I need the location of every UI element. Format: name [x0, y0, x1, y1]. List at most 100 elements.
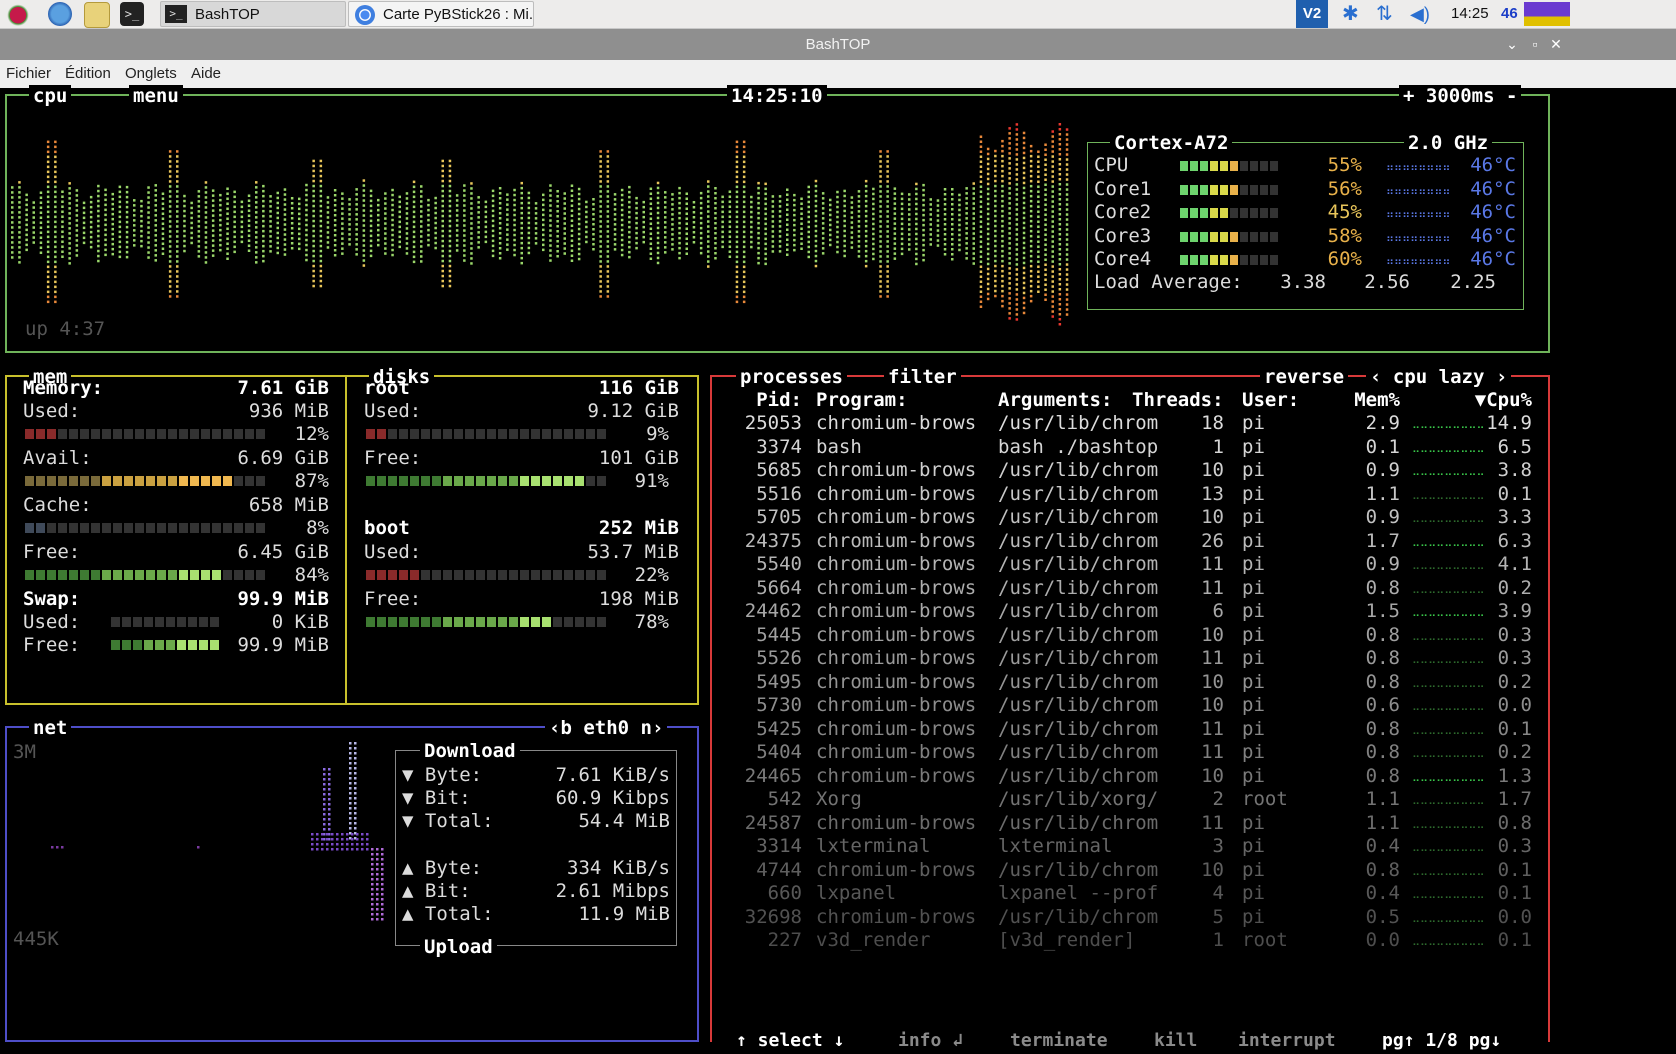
- interrupt-button[interactable]: interrupt: [1234, 1030, 1340, 1052]
- task-bashtop[interactable]: >_ BashTOP: [160, 1, 346, 27]
- process-row[interactable]: 24587 chromium-brows/usr/lib/chrom 11 pi 1.1…: [712, 812, 1550, 834]
- header-user[interactable]: User:: [1242, 389, 1299, 411]
- menu-aide[interactable]: Aide: [191, 60, 221, 88]
- process-row[interactable]: 5425 chromium-brows/usr/lib/chrom 11 pi 0.8 ⣀…: [712, 718, 1550, 740]
- cpu-graph-dot: [176, 165, 179, 168]
- header-arguments[interactable]: Arguments:: [998, 389, 1112, 411]
- process-row[interactable]: 660 lxpanel lxpanel --prof 4 pi 0.4 ⣀⣀⣀⣀⣀⣀⣀⣀⣀ 0…: [712, 882, 1550, 904]
- kill-button[interactable]: kill: [1150, 1030, 1202, 1052]
- cpu-graph-dot: [721, 215, 724, 219]
- process-row[interactable]: 5540 chromium-brows/usr/lib/chrom 11 pi 0.9 ⣀…: [712, 553, 1550, 575]
- raspberry-menu-icon[interactable]: [6, 2, 30, 26]
- process-pid: 3314: [756, 835, 802, 857]
- net-graph-dot: [376, 908, 379, 911]
- bluetooth-icon[interactable]: ✱: [1342, 0, 1359, 28]
- menu-onglets[interactable]: Onglets: [125, 60, 177, 88]
- cpu-graph-dot: [850, 196, 854, 199]
- process-row[interactable]: 5404 chromium-brows/usr/lib/chrom 11 pi 0.8 ⣀…: [712, 741, 1550, 763]
- process-row[interactable]: 24375 chromium-brows/usr/lib/chrom 26 pi 1.7…: [712, 530, 1550, 552]
- minimize-icon[interactable]: ⌄: [1502, 29, 1522, 60]
- terminate-button[interactable]: terminate: [1006, 1030, 1112, 1052]
- cpu-graph-dot: [613, 193, 617, 196]
- cpu-graph-dot: [398, 215, 401, 219]
- process-row[interactable]: 24462 chromium-brows/usr/lib/chrom 6 pi 1.5 ⣀…: [712, 600, 1550, 622]
- cpu-graph-dot: [620, 188, 624, 192]
- cpu-graph-dot: [89, 230, 93, 234]
- select-button[interactable]: ↑ select ↓: [732, 1030, 849, 1052]
- terminal-launcher-icon[interactable]: >_: [120, 2, 144, 26]
- cpu-graph-dot: [1029, 189, 1033, 193]
- info-button[interactable]: info ↲: [894, 1030, 968, 1052]
- process-mem: 0.4: [1365, 882, 1400, 904]
- process-row[interactable]: 4744 chromium-brows/usr/lib/chrom 10 pi 0.8 ⣀…: [712, 859, 1550, 881]
- maximize-icon[interactable]: ▫: [1525, 29, 1545, 60]
- cpu-graph-dot: [1037, 225, 1040, 228]
- cpu-graph-dot: [664, 236, 667, 239]
- close-icon[interactable]: ✕: [1546, 29, 1566, 60]
- cpu-graph-dot: [628, 225, 631, 229]
- cpu-graph-dot: [671, 238, 674, 241]
- process-row[interactable]: 3314 lxterminal lxterminal 3 pi 0.4 ⣀⣀⣀⣀⣀⣀⣀⣀⣀ 0…: [712, 835, 1550, 857]
- header-mem[interactable]: Mem%: [1332, 389, 1400, 411]
- cpu-graph-dot: [864, 234, 868, 238]
- menu-fichier[interactable]: Fichier: [6, 60, 51, 88]
- reverse-button[interactable]: reverse: [1260, 366, 1349, 388]
- cpu-graph-dot: [305, 203, 308, 207]
- process-row[interactable]: 5705 chromium-brows/usr/lib/chrom 10 pi 0.9 ⣀…: [712, 506, 1550, 528]
- process-row[interactable]: 5730 chromium-brows/usr/lib/chrom 10 pi 0.6 ⣀…: [712, 694, 1550, 716]
- process-row[interactable]: 5526 chromium-brows/usr/lib/chrom 11 pi 0.8 ⣀…: [712, 647, 1550, 669]
- header-program[interactable]: Program:: [816, 389, 908, 411]
- sort-selector[interactable]: ‹ cpu lazy ›: [1366, 366, 1512, 388]
- process-row[interactable]: 32698 chromium-brows/usr/lib/chrom 5 pi 0.5 ⣀…: [712, 906, 1550, 928]
- browser-globe-icon[interactable]: [48, 2, 72, 26]
- cpu-graph-dot: [879, 170, 882, 173]
- process-row[interactable]: 227 v3d_render [v3d_render] 1 root 0.0 ⣀⣀⣀⣀⣀⣀⣀…: [712, 929, 1550, 951]
- process-row[interactable]: 5664 chromium-brows/usr/lib/chrom 11 pi 0.8 ⣀…: [712, 577, 1550, 599]
- process-row[interactable]: 24465 chromium-brows/usr/lib/chrom 10 pi 0.8…: [712, 765, 1550, 787]
- cpu-graph-dot: [656, 186, 660, 190]
- cpu-graph-dot: [111, 247, 114, 251]
- vnc-icon[interactable]: V2: [1296, 0, 1328, 28]
- cpu-graph-dot: [843, 239, 846, 243]
- cpu-graph-dot: [563, 227, 566, 230]
- menu-edition[interactable]: Édition: [65, 60, 111, 88]
- cpu-graph-dot: [606, 245, 610, 248]
- network-icon[interactable]: ⇅: [1376, 0, 1393, 28]
- process-row[interactable]: 5445 chromium-brows/usr/lib/chrom 10 pi 0.8 ⣀…: [712, 624, 1550, 646]
- task-browser[interactable]: Carte PyBStick26 : Mi...: [348, 1, 534, 27]
- cpu-graph-dot: [707, 260, 710, 263]
- header-cpu[interactable]: ▼Cpu%: [1452, 389, 1532, 411]
- cpu-graph-dot: [398, 195, 401, 199]
- net-interface-selector[interactable]: ‹b eth0 n›: [545, 717, 668, 739]
- taskbar-clock[interactable]: 14:25: [1451, 0, 1489, 28]
- process-row[interactable]: 5685 chromium-brows/usr/lib/chrom 10 pi 0.9 ⣀…: [712, 459, 1550, 481]
- cpu-graph-dot: [54, 230, 57, 234]
- process-row[interactable]: 25053 chromium-brows/usr/lib/chrom 18 pi 2.9…: [712, 412, 1550, 434]
- cpu-graph-dot: [455, 214, 459, 217]
- page-navigation[interactable]: pg↑ 1/8 pg↓: [1378, 1030, 1506, 1052]
- cpu-graph-dot: [857, 215, 861, 218]
- cpu-graph-dot: [599, 170, 602, 173]
- header-pid[interactable]: Pid:: [712, 389, 802, 411]
- folder-icon[interactable]: [84, 2, 110, 28]
- cpu-graph-dot: [1029, 234, 1033, 238]
- volume-icon[interactable]: ◀): [1410, 0, 1430, 28]
- cpu-graph-dot: [11, 191, 14, 194]
- process-row[interactable]: 5516 chromium-brows/usr/lib/chrom 13 pi 1.1 ⣀…: [712, 483, 1550, 505]
- process-row[interactable]: 542 Xorg/usr/lib/xorg/2 root 1.1 ⣀⣀⣀⣀⣀⣀⣀⣀⣀ 1.…: [712, 788, 1550, 810]
- cpu-graph-dot: [742, 255, 746, 259]
- process-user: pi: [1242, 623, 1265, 646]
- cpu-menu-label[interactable]: menu: [129, 85, 183, 107]
- cpu-graph-dot: [742, 220, 746, 224]
- cpu-update-interval[interactable]: + 3000ms -: [1399, 85, 1522, 107]
- process-row[interactable]: 5495 chromium-brows/usr/lib/chrom 10 pi 0.8 ⣀…: [712, 671, 1550, 693]
- cpu-graph-dot: [125, 210, 129, 214]
- cpu-usage-monitor-icon[interactable]: [1524, 2, 1570, 26]
- process-row[interactable]: 3374 bash bash ./bashtop 1 pi 0.1 ⣀⣀⣀⣀⣀⣀⣀⣀⣀ 6.5: [712, 436, 1550, 458]
- filter-button[interactable]: filter: [884, 366, 961, 388]
- cpu-graph-dot: [25, 203, 28, 207]
- cpu-graph-dot: [133, 244, 136, 247]
- cpu-graph-dot: [864, 259, 868, 263]
- header-threads[interactable]: Threads:: [1132, 389, 1224, 411]
- disk-boot-free-pct: 78%: [634, 611, 669, 633]
